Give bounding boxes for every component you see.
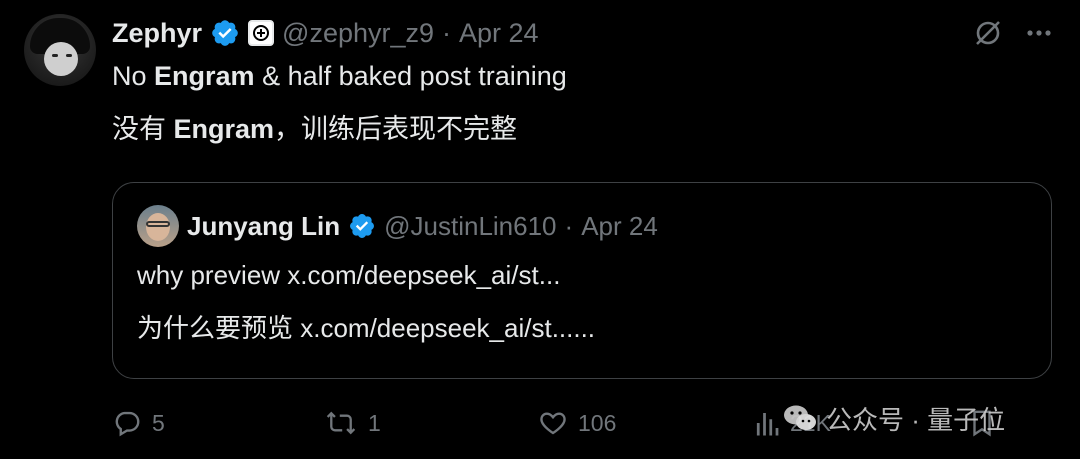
tweet-date[interactable]: Apr 24 (459, 18, 539, 49)
date-separator: · (564, 210, 574, 241)
author-avatar[interactable] (24, 14, 96, 86)
heart-icon (538, 408, 568, 438)
verified-badge-icon[interactable] (210, 18, 240, 48)
like-button[interactable]: 106 (538, 403, 616, 443)
reply-button[interactable]: 5 (112, 403, 165, 443)
tweet-top-actions (972, 14, 1054, 52)
retweet-count: 1 (368, 409, 381, 436)
retweet-button[interactable]: 1 (324, 403, 381, 443)
reply-icon (112, 408, 142, 438)
watermark: 公众号 · 量子位 (782, 398, 1005, 438)
date-separator: · (442, 17, 452, 48)
like-count: 106 (578, 409, 617, 436)
reply-count: 5 (152, 409, 165, 436)
tweet-header: Zephyr @zephyr_z9 · Apr 24 (112, 14, 539, 52)
verified-badge-icon[interactable] (348, 212, 376, 240)
quoted-author-handle[interactable]: @JustinLin610 (384, 211, 556, 242)
wechat-logo-icon (782, 403, 818, 433)
author-name[interactable]: Zephyr (112, 18, 202, 49)
tweet[interactable]: Zephyr @zephyr_z9 · Apr 24 No Engram & h… (0, 0, 1080, 459)
tweet-text-english: No Engram & half baked post training (112, 61, 567, 91)
quoted-tweet[interactable]: Junyang Lin @JustinLin610 · Apr 24 why p… (112, 182, 1052, 379)
grok-icon[interactable] (972, 17, 1004, 49)
quoted-tweet-date[interactable]: Apr 24 (581, 211, 658, 242)
more-icon[interactable] (1024, 18, 1054, 48)
quoted-author-name[interactable]: Junyang Lin (187, 211, 340, 242)
author-handle[interactable]: @zephyr_z9 (282, 18, 434, 49)
views-icon (754, 408, 780, 438)
quoted-text-english: why preview x.com/deepseek_ai/st... (137, 260, 561, 290)
quoted-author-avatar[interactable] (137, 205, 179, 247)
affiliation-badge-icon[interactable] (248, 20, 275, 46)
quoted-tweet-header: Junyang Lin @JustinLin610 · Apr 24 (187, 207, 658, 245)
bold-term: Engram (173, 114, 275, 144)
tweet-text-chinese: 没有 Engram，训练后表现不完整 (112, 114, 518, 144)
retweet-icon (324, 408, 358, 438)
bold-term: Engram (154, 61, 255, 91)
quoted-text-chinese: 为什么要预览 x.com/deepseek_ai/st...... (137, 313, 596, 343)
watermark-text: 公众号 · 量子位 (826, 404, 1006, 435)
